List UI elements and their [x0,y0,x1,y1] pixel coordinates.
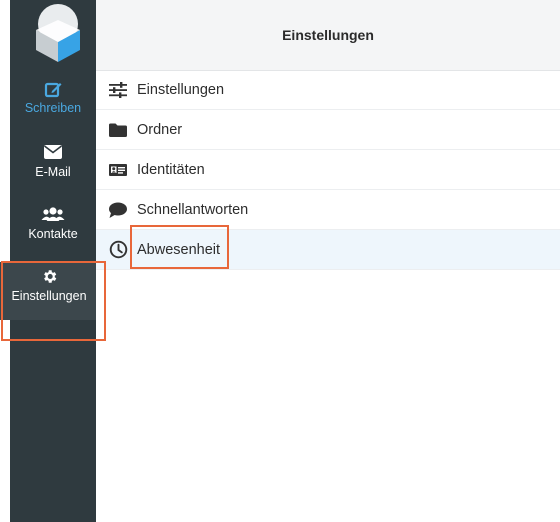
gear-icon [0,268,98,286]
settings-item-label: Schnellantworten [137,201,249,218]
settings-item-responses[interactable]: Schnellantworten [96,190,560,230]
settings-item-identities[interactable]: Identitäten [96,150,560,190]
contacts-icon [10,206,96,224]
sidebar-item-label: Kontakte [28,227,78,241]
settings-panel: Einstellungen Einstellungen Ordner Ident… [96,0,560,522]
compose-icon [10,80,96,98]
sliders-icon [107,81,129,98]
sidebar-item-label: Einstellungen [11,289,87,303]
sidebar: Schreiben E-Mail Kontakte Einstellungen [0,0,98,522]
settings-item-preferences[interactable]: Einstellungen [96,70,560,110]
settings-item-label: Abwesenheit [137,241,221,258]
id-card-icon [107,162,129,178]
sidebar-item-label: E-Mail [35,165,71,179]
cropped-left-edge [0,0,10,522]
settings-item-vacation[interactable]: Abwesenheit [96,230,560,270]
sidebar-item-compose[interactable]: Schreiben [10,80,96,115]
sidebar-item-label: Schreiben [24,101,82,115]
page-title: Einstellungen [96,0,560,71]
folder-icon [107,122,129,138]
comment-icon [107,201,129,219]
settings-item-label: Identitäten [137,161,205,178]
settings-item-label: Einstellungen [137,81,225,98]
mail-icon [10,144,96,162]
sidebar-item-contacts[interactable]: Kontakte [10,206,96,241]
settings-list: Einstellungen Ordner Identitäten Schnell… [96,70,560,270]
clock-icon [107,240,129,259]
settings-item-folders[interactable]: Ordner [96,110,560,150]
sidebar-item-settings[interactable]: Einstellungen [0,262,98,320]
sidebar-item-mail[interactable]: E-Mail [10,144,96,179]
app-logo [32,2,84,64]
settings-item-label: Ordner [137,121,183,138]
